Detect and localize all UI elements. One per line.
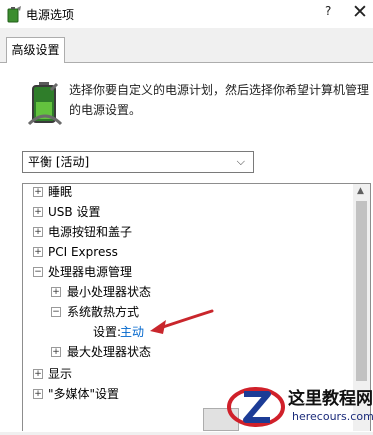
tree-item-label: 电源按钮和盖子 xyxy=(48,225,133,239)
expand-icon[interactable]: + xyxy=(33,369,43,379)
tree-item-power-buttons-and-lid[interactable]: + 电源按钮和盖子 xyxy=(23,222,351,242)
expand-icon[interactable]: + xyxy=(33,247,43,257)
title-bar: 电源选项 ? ✕ xyxy=(0,0,373,28)
watermark-title: 这里教程网 xyxy=(288,389,373,409)
tab-advanced-settings[interactable]: 高级设置 xyxy=(6,37,65,63)
tree-item-minimum-processor-state[interactable]: + 最小处理器状态 xyxy=(23,282,351,302)
setting-value-link[interactable]: 主动 xyxy=(120,322,144,342)
tree-item-label: PCI Express xyxy=(48,245,118,259)
window-title: 电源选项 xyxy=(26,8,75,22)
expand-icon[interactable]: + xyxy=(33,207,43,217)
expand-icon[interactable]: + xyxy=(33,187,43,197)
tree-item-label: 睡眠 xyxy=(48,185,73,199)
tree-item-display[interactable]: + 显示 xyxy=(23,364,351,384)
battery-icon xyxy=(27,80,63,126)
watermark: 这里教程网 herecours.com xyxy=(226,382,373,431)
tree-item-label: 系统散热方式 xyxy=(67,305,140,319)
expand-icon[interactable]: + xyxy=(51,347,61,357)
scroll-thumb[interactable] xyxy=(356,201,367,381)
setting-label: 设置: xyxy=(93,325,122,339)
tree-item-label: 显示 xyxy=(48,367,73,381)
tree-item-sleep[interactable]: + 睡眠 xyxy=(23,184,351,202)
help-button[interactable]: ? xyxy=(325,4,331,18)
close-button[interactable]: ✕ xyxy=(352,1,368,23)
tree-item-label: 处理器电源管理 xyxy=(48,265,133,279)
watermark-logo xyxy=(227,387,285,427)
watermark-subtitle: herecours.com xyxy=(292,410,373,423)
tree-item-usb-settings[interactable]: + USB 设置 xyxy=(23,202,351,222)
tree-item-processor-power-management[interactable]: − 处理器电源管理 xyxy=(23,262,351,282)
tree-item-system-cooling-policy[interactable]: − 系统散热方式 xyxy=(23,302,351,322)
tree-item-label: USB 设置 xyxy=(48,205,101,219)
power-plan-value: 平衡 [活动] xyxy=(28,155,90,169)
expand-icon[interactable]: + xyxy=(51,287,61,297)
plan-description: 选择你要自定义的电源计划，然后选择你希望计算机管理的电源设置。 xyxy=(69,83,370,117)
power-plan-dropdown[interactable]: 平衡 [活动] ⌵ xyxy=(22,151,254,173)
tree-item-pci-express[interactable]: + PCI Express xyxy=(23,242,351,262)
chevron-down-icon: ⌵ xyxy=(236,155,245,168)
tree-item-label: "多媒体"设置 xyxy=(48,387,120,401)
tree-item-setting[interactable]: 设置: 主动 xyxy=(23,322,351,342)
expand-icon[interactable]: + xyxy=(33,227,43,237)
power-options-icon xyxy=(5,5,23,23)
expand-icon[interactable]: + xyxy=(33,389,43,399)
collapse-icon[interactable]: − xyxy=(33,267,43,277)
tree-item-label: 最小处理器状态 xyxy=(67,285,152,299)
scroll-up-icon[interactable]: ▲ xyxy=(357,186,364,196)
collapse-icon[interactable]: − xyxy=(51,307,61,317)
tree-item-maximum-processor-state[interactable]: + 最大处理器状态 xyxy=(23,342,351,362)
tree-item-label: 最大处理器状态 xyxy=(67,345,152,359)
